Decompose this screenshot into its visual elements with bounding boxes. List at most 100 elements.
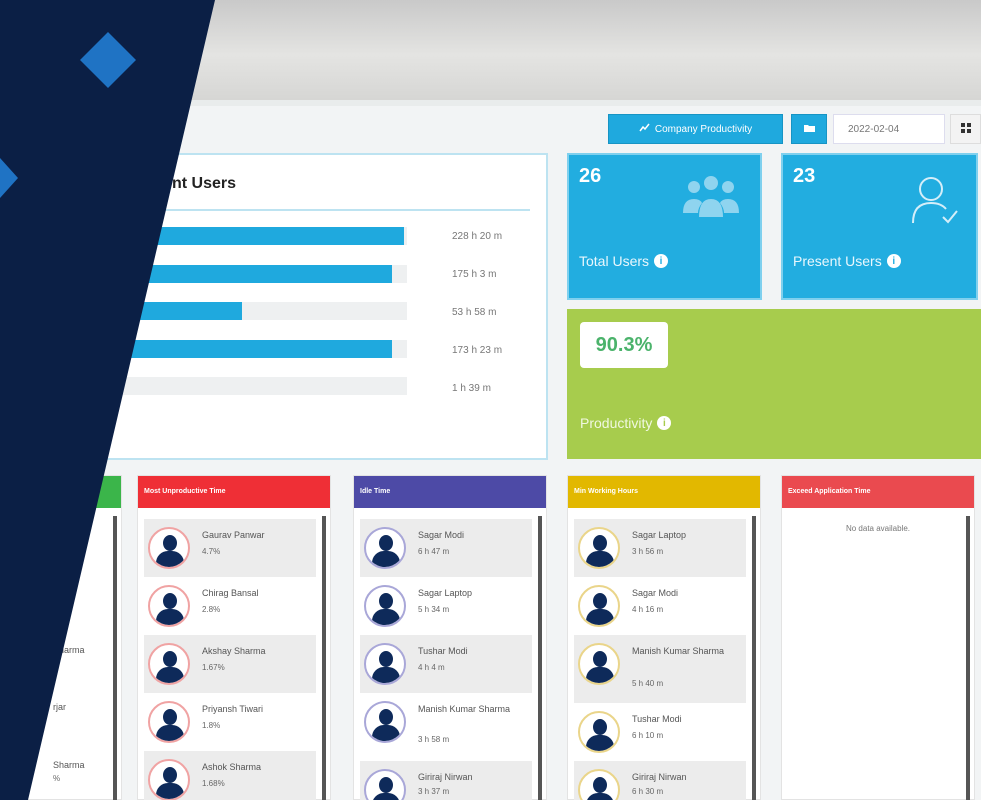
calendar-button[interactable] [791, 114, 827, 144]
productivity-label: Productivity [580, 415, 653, 431]
list-item[interactable]: Giriraj Nirwan 6 h 30 m [574, 761, 746, 800]
list-item-name: Gaurav Panwar [202, 530, 265, 540]
list-item[interactable]: Sagar Laptop 5 h 34 m [360, 577, 532, 635]
avatar [578, 527, 620, 569]
avatar [364, 527, 406, 569]
user-bar-fill [102, 265, 392, 283]
productivity-label-row: Productivity i [580, 415, 672, 431]
list-item[interactable]: Sagar Modi 4 h 16 m [574, 577, 746, 635]
company-productivity-label: Company Productivity [654, 123, 753, 135]
header-background [0, 0, 981, 100]
unproductive-card: Most Unproductive Time Gaurav Panwar 4.7… [137, 475, 331, 800]
present-users-label-row: Present Users i [793, 253, 901, 269]
total-users-count: 26 [579, 165, 602, 187]
present-users-count: 23 [793, 165, 816, 187]
total-users-tile[interactable]: 26 Total Users i [567, 153, 762, 300]
list-item-value: 4 h 16 m [632, 605, 664, 614]
list-item[interactable]: Ashok Sharma 1.68% [144, 751, 316, 800]
list-item-value: 4 h 4 m [418, 663, 445, 672]
avatar [148, 585, 190, 627]
grid-view-button[interactable] [950, 114, 981, 144]
list-item-name: Manish Kumar Sharma [632, 646, 725, 656]
list-item-name: Tushar Modi [632, 714, 682, 724]
avatar [364, 701, 406, 743]
list-item[interactable]: Priyansh Tiwari 1.8% [144, 693, 316, 751]
list-item[interactable]: Manish Kumar Sharma 5 h 40 m [574, 635, 746, 703]
scrollbar[interactable] [113, 516, 117, 800]
avatar [578, 711, 620, 753]
info-icon[interactable]: i [657, 416, 672, 430]
user-bar-value: 175 h 3 m [452, 269, 497, 280]
avatar [364, 585, 406, 627]
list-item[interactable]: Sagar Laptop 3 h 56 m [574, 519, 746, 577]
list-item-value: 1.8% [202, 721, 221, 730]
list-item-value: 4.7% [202, 547, 221, 556]
user-bar-value: 1 h 39 m [452, 383, 491, 394]
company-productivity-button[interactable]: Company Productivity [608, 114, 783, 144]
list-item[interactable]: Akshay Sharma 1.67% [144, 635, 316, 693]
productivity-value: 90.3% [580, 322, 668, 368]
date-value: 2022-02-04 [848, 123, 900, 135]
user-bar [102, 377, 407, 395]
info-icon[interactable]: i [654, 254, 669, 268]
grid-icon [960, 120, 971, 138]
present-users-tile[interactable]: 23 Present Users i [781, 153, 978, 300]
min-working-hours-card: Min Working Hours Sagar Laptop 3 h 56 m … [567, 475, 761, 800]
list-item[interactable]: Tushar Modi 6 h 10 m [574, 703, 746, 761]
exceed-application-card-header: Exceed Application Time [782, 476, 974, 508]
exceed-application-card: Exceed Application Time No data availabl… [781, 475, 975, 800]
user-bar [102, 302, 407, 320]
folder-icon [803, 120, 816, 138]
list-item[interactable]: Sagar Modi 6 h 47 m [360, 519, 532, 577]
top-users-panel: nt Users 228 h 20 m 175 h 3 m 53 h 58 m … [60, 153, 548, 460]
list-item[interactable]: Manish Kumar Sharma 3 h 58 m [360, 693, 532, 761]
productivity-tile[interactable]: 90.3% Productivity i [567, 309, 981, 459]
list-item-name: Priyansh Tiwari [202, 704, 264, 714]
list-item-value: 6 h 30 m [632, 787, 664, 796]
present-users-label: Present Users [793, 253, 882, 269]
date-input[interactable]: 2022-02-04 [833, 114, 945, 144]
user-bar [102, 227, 407, 245]
list-item-name: Sagar Laptop [418, 588, 473, 598]
list-item-value: 3 h 56 m [632, 547, 664, 556]
list-item[interactable]: Chirag Bansal 2.8% [144, 577, 316, 635]
list-item-value: 2.8% [202, 605, 221, 614]
list-item-value: 6 h 47 m [418, 547, 450, 556]
top-users-title: nt Users [172, 175, 237, 192]
partial-card-header [1, 476, 121, 508]
list-item[interactable]: Tushar Modi 4 h 4 m [360, 635, 532, 693]
user-bar-fill [102, 377, 109, 395]
list-item[interactable]: Gaurav Panwar 4.7% [144, 519, 316, 577]
list-item-name: Giriraj Nirwan [632, 772, 687, 782]
user-bar-value: 53 h 58 m [452, 307, 497, 318]
user-bar [102, 265, 407, 283]
scrollbar[interactable] [538, 516, 542, 800]
list-item-value: % [53, 774, 61, 783]
list-item[interactable]: Giriraj Nirwan 3 h 37 m [360, 761, 532, 800]
idle-time-card: Idle Time Sagar Modi 6 h 47 m Sagar Lapt… [353, 475, 547, 800]
user-bar-fill [102, 227, 404, 245]
list-item-name: Sagar Modi [632, 588, 679, 598]
scrollbar[interactable] [322, 516, 326, 800]
empty-state-text: No data available. [845, 524, 911, 533]
list-item-name: Sagar Modi [418, 530, 465, 540]
avatar [364, 769, 406, 800]
list-item-value: 5 h 40 m [632, 679, 664, 688]
idle-time-card-header: Idle Time [354, 476, 546, 508]
list-item-name: Akshay Sharma [202, 646, 266, 656]
user-bar [102, 340, 407, 358]
user-bar-fill [102, 302, 243, 320]
list-item-name: Sagar Laptop [632, 530, 687, 540]
scrollbar[interactable] [752, 516, 756, 800]
user-bar-fill [102, 340, 392, 358]
list-item-name: Tushar Modi [418, 646, 468, 656]
avatar [148, 527, 190, 569]
list-item-value: 3 h 58 m [418, 735, 450, 744]
list-item-value: 3 h 37 m [418, 787, 450, 796]
info-icon[interactable]: i [886, 254, 901, 268]
partial-card: Sharma rjar Sharma % [0, 475, 122, 800]
title-underline [102, 209, 530, 211]
scrollbar[interactable] [966, 516, 970, 800]
list-item-name: Chirag Bansal [202, 588, 259, 598]
users-group-icon [681, 171, 741, 232]
